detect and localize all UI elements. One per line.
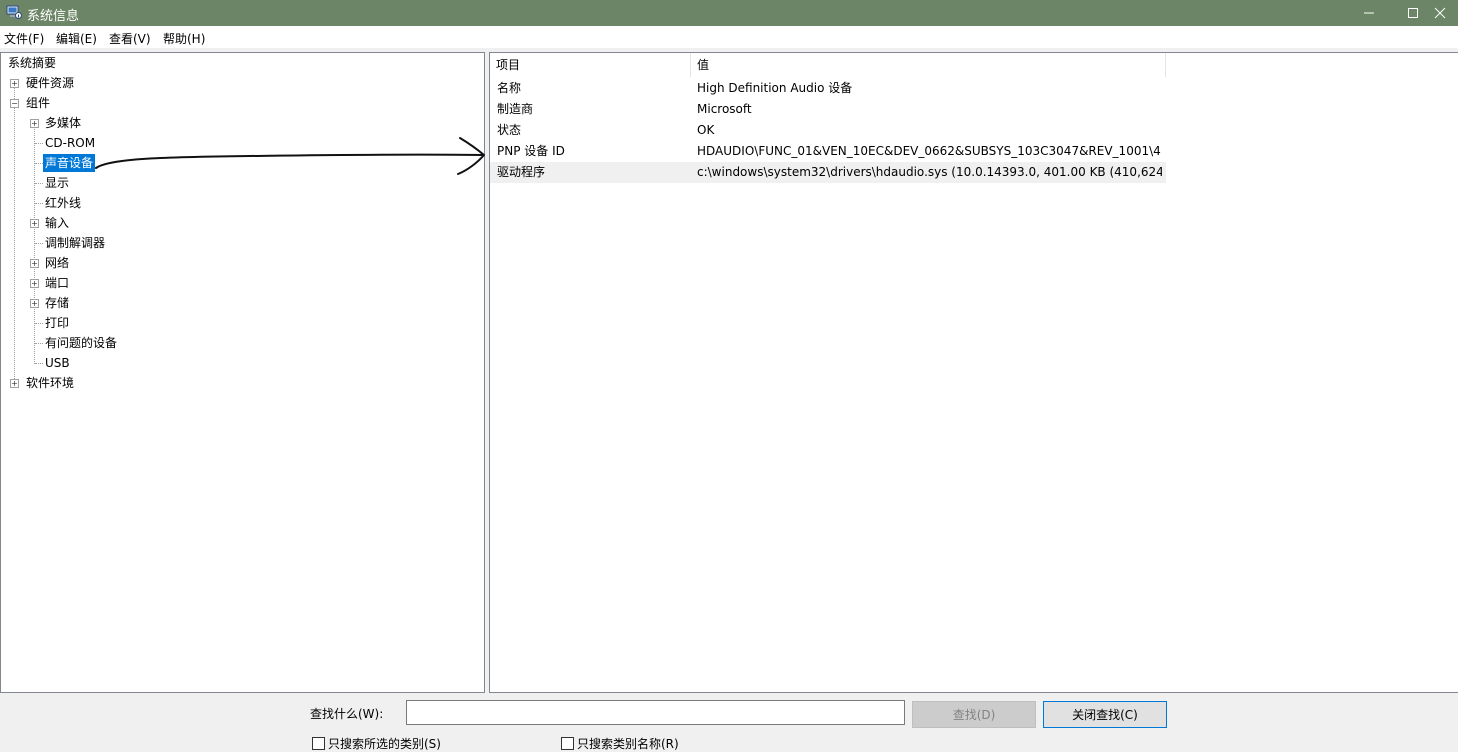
find-input[interactable]	[406, 700, 905, 725]
row-value: c:\windows\system32\drivers\hdaudio.sys …	[697, 165, 1162, 179]
tree-item-problem-devices[interactable]: 有问题的设备	[43, 334, 119, 352]
tree-item-network[interactable]: 网络	[43, 254, 71, 272]
tree-guide-line	[35, 143, 43, 144]
table-row[interactable]: 名称 High Definition Audio 设备	[490, 78, 1166, 99]
expand-icon[interactable]: +	[10, 379, 19, 388]
menu-edit[interactable]: 编辑(E)	[56, 30, 97, 47]
tree-item-label: 红外线	[45, 196, 82, 210]
find-button[interactable]: 查找(D)	[912, 701, 1036, 728]
system-info-app-icon	[6, 5, 22, 19]
tree-guide-line	[35, 163, 43, 164]
maximize-button[interactable]	[1390, 0, 1436, 26]
tree-item-components[interactable]: 组件	[24, 94, 52, 112]
tree-item-modem[interactable]: 调制解调器	[43, 234, 107, 252]
tree-item-label: 软件环境	[26, 376, 75, 390]
tree-guide-line	[35, 343, 43, 344]
tree-item-label: 系统摘要	[8, 56, 57, 70]
close-icon	[1434, 7, 1446, 19]
tree-item-label: 打印	[45, 316, 70, 330]
tree-guide-line	[35, 363, 43, 364]
tree-guide-line	[14, 82, 15, 385]
table-row[interactable]: 制造商 Microsoft	[490, 99, 1166, 120]
row-item: 名称	[497, 81, 522, 95]
tree-item-software-environment[interactable]: 软件环境	[24, 374, 76, 392]
expand-icon[interactable]: +	[30, 259, 39, 268]
table-row[interactable]: PNP 设备 ID HDAUDIO\FUNC_01&VEN_10EC&DEV_0…	[490, 141, 1166, 162]
tree-item-hardware-resources[interactable]: 硬件资源	[24, 74, 76, 92]
row-item: 状态	[497, 123, 522, 137]
tree-item-label: 组件	[26, 96, 51, 110]
tree-item-printing[interactable]: 打印	[43, 314, 71, 332]
detail-list[interactable]: 项目 值 名称 High Definition Audio 设备 制造商 Mic…	[489, 52, 1458, 693]
tree-item-label: 显示	[45, 176, 70, 190]
tree-item-label: 存储	[45, 296, 70, 310]
tree-item-label: 多媒体	[45, 116, 82, 130]
category-tree[interactable]: 系统摘要 + 硬件资源 − 组件 + 多媒体 CD-ROM 声音设备 显示 红外…	[0, 52, 485, 693]
expand-icon[interactable]: +	[30, 219, 39, 228]
collapse-icon[interactable]: −	[10, 99, 19, 108]
tree-item-label: 有问题的设备	[45, 336, 118, 350]
close-button[interactable]	[1434, 0, 1458, 26]
table-row[interactable]: 状态 OK	[490, 120, 1166, 141]
tree-guide-line	[35, 323, 43, 324]
tree-item-label: 声音设备	[43, 154, 96, 172]
expand-icon[interactable]: +	[30, 279, 39, 288]
expand-icon[interactable]: +	[30, 119, 39, 128]
table-row-selected[interactable]: 驱动程序 c:\windows\system32\drivers\hdaudio…	[490, 162, 1166, 183]
search-names-checkbox[interactable]	[561, 737, 574, 750]
find-what-label: 查找什么(W):	[310, 707, 384, 721]
column-header-value[interactable]: 值	[691, 53, 1166, 77]
row-item: 驱动程序	[497, 165, 546, 179]
tree-item-label: 网络	[45, 256, 70, 270]
tree-guide-line	[35, 183, 43, 184]
tree-item-ports[interactable]: 端口	[43, 274, 71, 292]
tree-item-infrared[interactable]: 红外线	[43, 194, 83, 212]
expand-icon[interactable]: +	[10, 79, 19, 88]
maximize-icon	[1408, 8, 1418, 18]
tree-item-label: USB	[45, 356, 70, 370]
tree-item-label: 调制解调器	[45, 236, 106, 250]
tree-item-usb[interactable]: USB	[43, 354, 72, 372]
search-selected-category-option[interactable]: 只搜索所选的类别(S)	[312, 735, 441, 751]
row-value: Microsoft	[697, 102, 752, 116]
tree-item-display[interactable]: 显示	[43, 174, 71, 192]
row-value: HDAUDIO\FUNC_01&VEN_10EC&DEV_0662&SUBSYS…	[697, 144, 1162, 158]
menu-file[interactable]: 文件(F)	[4, 30, 44, 47]
row-value: OK	[697, 123, 715, 137]
tree-item-cdrom[interactable]: CD-ROM	[43, 134, 97, 152]
search-names-label: 只搜索类别名称(R)	[577, 737, 679, 751]
tree-item-sound-device[interactable]: 声音设备	[43, 154, 96, 172]
tree-item-label: 端口	[45, 276, 70, 290]
tree-item-label: 硬件资源	[26, 76, 75, 90]
row-item: 制造商	[497, 102, 534, 116]
menu-bar: 文件(F) 编辑(E) 查看(V) 帮助(H)	[0, 26, 1458, 49]
tree-item-label: CD-ROM	[45, 136, 96, 150]
search-selected-checkbox[interactable]	[312, 737, 325, 750]
tree-item-label: 输入	[45, 216, 70, 230]
minimize-icon	[1364, 12, 1374, 14]
row-value: High Definition Audio 设备	[697, 81, 853, 95]
tree-item-input[interactable]: 输入	[43, 214, 71, 232]
tree-item-multimedia[interactable]: 多媒体	[43, 114, 83, 132]
tree-guide-line	[35, 243, 43, 244]
window-title: 系统信息	[27, 9, 80, 24]
row-item: PNP 设备 ID	[497, 144, 565, 158]
search-category-names-option[interactable]: 只搜索类别名称(R)	[561, 735, 679, 751]
minimize-button[interactable]	[1346, 0, 1392, 26]
search-selected-label: 只搜索所选的类别(S)	[328, 737, 441, 751]
tree-item-system-summary[interactable]: 系统摘要	[6, 54, 58, 72]
tree-item-storage[interactable]: 存储	[43, 294, 71, 312]
close-find-button[interactable]: 关闭查找(C)	[1043, 701, 1167, 728]
expand-icon[interactable]: +	[30, 299, 39, 308]
tree-guide-line	[35, 203, 43, 204]
title-bar[interactable]: 系统信息	[0, 0, 1458, 26]
column-header-item[interactable]: 项目	[490, 53, 691, 77]
menu-help[interactable]: 帮助(H)	[163, 30, 205, 47]
menu-view[interactable]: 查看(V)	[109, 30, 151, 47]
